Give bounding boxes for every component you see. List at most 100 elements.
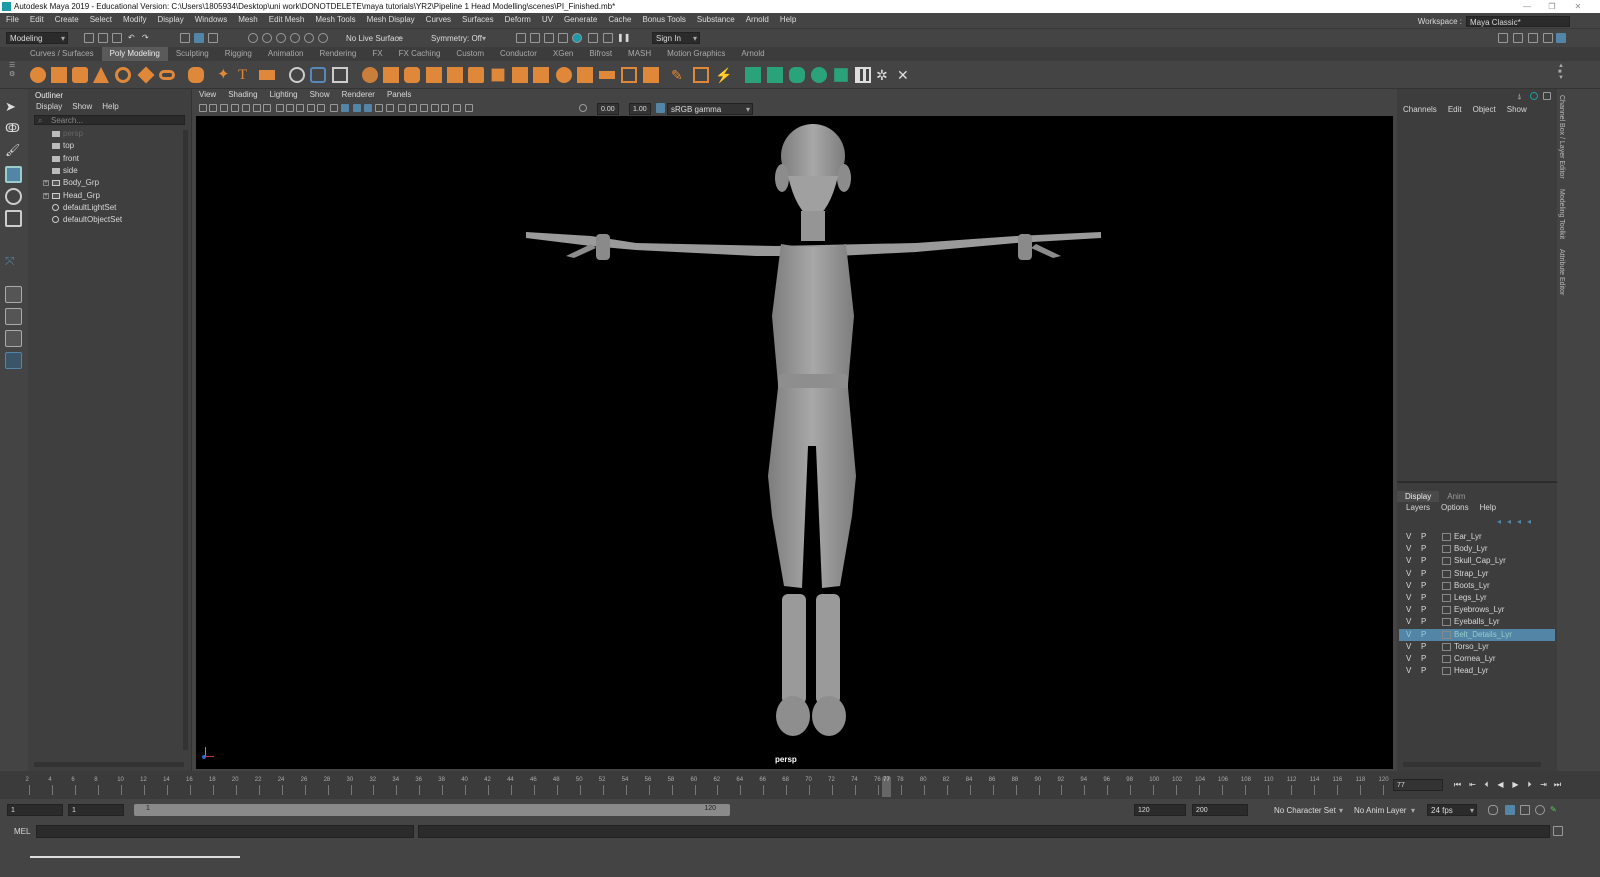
current-frame-field[interactable]: 77: [1393, 779, 1443, 791]
uv-checker-icon[interactable]: [855, 67, 871, 83]
layer-color-swatch[interactable]: [1442, 545, 1451, 554]
layer-playback-toggle[interactable]: P: [1421, 641, 1426, 653]
layer-menu-help[interactable]: Help: [1480, 503, 1496, 512]
ssao-icon[interactable]: [398, 104, 406, 112]
layer-playback-toggle[interactable]: P: [1421, 616, 1426, 628]
menu-uv[interactable]: UV: [542, 13, 553, 27]
grease-pencil-icon[interactable]: [242, 104, 250, 112]
loop-icon[interactable]: [1488, 805, 1498, 815]
svg-tool-icon[interactable]: [259, 70, 275, 80]
outliner-item-defaultobjectset[interactable]: defaultObjectSet: [28, 214, 188, 226]
uv-auto-icon[interactable]: [767, 67, 783, 83]
single-pane-icon[interactable]: [5, 286, 22, 303]
menu-display[interactable]: Display: [158, 13, 184, 27]
new-scene-icon[interactable]: [84, 33, 94, 43]
toggle-layout-icon[interactable]: [1498, 33, 1508, 43]
type-tool-icon[interactable]: T: [238, 67, 254, 83]
outliner-item-defaultlightset[interactable]: defaultLightSet: [28, 202, 188, 214]
menu-file[interactable]: File: [6, 13, 19, 27]
menu-mesh[interactable]: Mesh: [238, 13, 258, 27]
layer-hscrollbar[interactable]: [1403, 762, 1541, 767]
menu-mesh-display[interactable]: Mesh Display: [367, 13, 415, 27]
outliner-item-persp[interactable]: persp: [28, 128, 188, 140]
two-pane-icon[interactable]: [5, 330, 22, 347]
sculpt-tool-icon[interactable]: [289, 67, 305, 83]
menu-cache[interactable]: Cache: [608, 13, 631, 27]
anim-layer-dropdown[interactable]: No Anim Layer: [1350, 804, 1418, 816]
shelf-tab-motion-graphics[interactable]: Motion Graphics: [659, 47, 733, 61]
outliner-item-side[interactable]: side: [28, 165, 188, 177]
snap-grid-icon[interactable]: [248, 33, 258, 43]
isolate-icon[interactable]: [431, 104, 439, 112]
channelbox-menu-channels[interactable]: Channels: [1403, 105, 1437, 114]
rotate-tool-icon[interactable]: [5, 188, 22, 205]
channel-icon-b[interactable]: [1530, 92, 1538, 100]
layer-visibility-toggle[interactable]: V: [1406, 604, 1411, 616]
color-space-dropdown[interactable]: sRGB gamma: [667, 103, 753, 115]
shelf-tab-fx[interactable]: FX: [364, 47, 390, 61]
menu-arnold[interactable]: Arnold: [746, 13, 769, 27]
viewport-persp[interactable]: [196, 116, 1393, 769]
menu-edit[interactable]: Edit: [30, 13, 44, 27]
animation-prefs-icon[interactable]: ✎: [1550, 805, 1560, 815]
smooth-icon[interactable]: [426, 67, 442, 83]
layer-playback-toggle[interactable]: P: [1421, 653, 1426, 665]
layer-row-torso-lyr[interactable]: V P Torso_Lyr: [1399, 641, 1555, 653]
poly-cone-icon[interactable]: [93, 67, 109, 83]
motion-blur-icon[interactable]: [409, 104, 417, 112]
channelbox-menu-edit[interactable]: Edit: [1448, 105, 1462, 114]
uv-cut-icon[interactable]: ✕: [897, 67, 913, 83]
layer-visibility-toggle[interactable]: V: [1406, 580, 1411, 592]
shelf-tab-fx-caching[interactable]: FX Caching: [391, 47, 449, 61]
expand-icon[interactable]: +: [43, 180, 49, 187]
step-forward-key-icon[interactable]: ⇥: [1539, 780, 1548, 789]
shelf-tab-curves-surfaces[interactable]: Curves / Surfaces: [22, 47, 102, 61]
shelf-tab-conductor[interactable]: Conductor: [492, 47, 545, 61]
menu-bonus-tools[interactable]: Bonus Tools: [642, 13, 685, 27]
aa-icon[interactable]: [420, 104, 428, 112]
poly-sphere-icon[interactable]: [30, 67, 46, 83]
layer-row-boots-lyr[interactable]: V P Boots_Lyr: [1399, 580, 1555, 592]
layer-visibility-toggle[interactable]: V: [1406, 616, 1411, 628]
shelf-tab-sculpting[interactable]: Sculpting: [168, 47, 217, 61]
viewport-menu-panels[interactable]: Panels: [387, 89, 411, 101]
layer-visibility-toggle[interactable]: V: [1406, 531, 1411, 543]
connect-tool-icon[interactable]: ⚡: [715, 67, 732, 83]
lasso-tool-icon[interactable]: ↂ: [5, 121, 22, 138]
outliner-search-input[interactable]: Search... ⌕: [34, 115, 185, 125]
layer-row-ear-lyr[interactable]: V P Ear_Lyr: [1399, 531, 1555, 543]
snap-point-icon[interactable]: [276, 33, 286, 43]
outliner-menu-help[interactable]: Help: [102, 101, 118, 113]
image-plane-icon[interactable]: [231, 104, 239, 112]
layer-menu-layers[interactable]: Layers: [1406, 503, 1430, 512]
fps-dropdown[interactable]: 24 fps: [1427, 804, 1477, 816]
shelf-tab-arnold[interactable]: Arnold: [733, 47, 772, 61]
layer-visibility-toggle[interactable]: V: [1406, 653, 1411, 665]
textured-icon[interactable]: [364, 104, 372, 112]
layer-row-skull-cap-lyr[interactable]: V P Skull_Cap_Lyr: [1399, 555, 1555, 567]
symmetry-dropdown[interactable]: Symmetry: Off: [427, 32, 489, 44]
channelbox-menu-show[interactable]: Show: [1507, 105, 1527, 114]
script-editor-icon[interactable]: [1553, 826, 1563, 836]
viewport-menu-show[interactable]: Show: [310, 89, 330, 101]
layer-color-swatch[interactable]: [1442, 557, 1451, 566]
toggle-attribute-icon[interactable]: [1528, 33, 1538, 43]
minimize-icon[interactable]: —: [1515, 0, 1539, 13]
combine-icon[interactable]: [310, 67, 326, 83]
shade-wireframe-icon[interactable]: [353, 104, 361, 112]
hypershade-icon[interactable]: [558, 33, 568, 43]
poly-cube-icon[interactable]: [51, 67, 67, 83]
panel-divider[interactable]: [1397, 481, 1557, 483]
playback-end-field[interactable]: 120: [1134, 804, 1186, 816]
toggle-toolkit-icon[interactable]: [1513, 33, 1523, 43]
append-polygon-icon[interactable]: [643, 67, 659, 83]
layer-color-swatch[interactable]: [1442, 667, 1451, 676]
poly-platonic-icon[interactable]: [188, 67, 204, 83]
select-object-mode-icon[interactable]: [194, 33, 204, 43]
side-tab-modeling-toolkit[interactable]: Modeling Toolkit: [1558, 189, 1565, 239]
layer-playback-toggle[interactable]: P: [1421, 531, 1426, 543]
outliner-item-top[interactable]: top: [28, 140, 188, 152]
outliner-menu-show[interactable]: Show: [72, 101, 92, 113]
exposure-field[interactable]: 0.00: [597, 103, 619, 115]
fill-hole-icon[interactable]: [512, 67, 528, 83]
